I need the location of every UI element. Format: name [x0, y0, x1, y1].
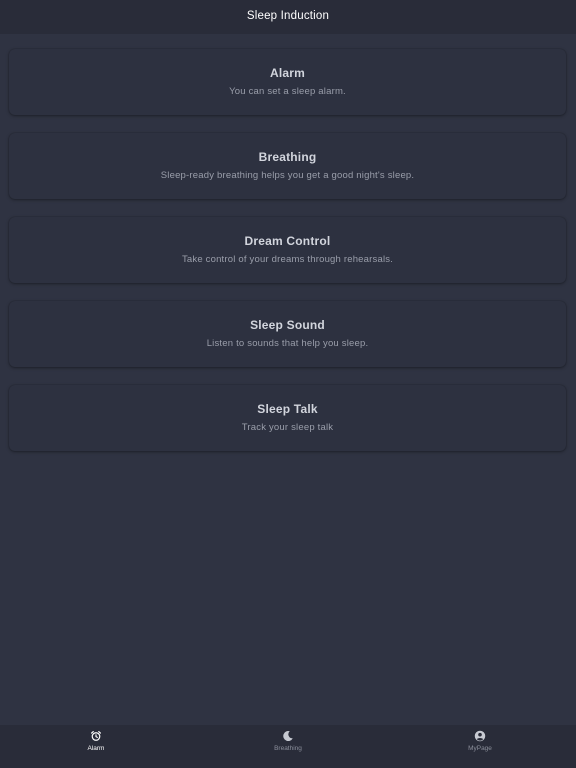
- card-sleep-sound[interactable]: Sleep Sound Listen to sounds that help y…: [9, 301, 566, 367]
- card-description: Sleep-ready breathing helps you get a go…: [160, 170, 415, 181]
- card-breathing[interactable]: Breathing Sleep-ready breathing helps yo…: [9, 133, 566, 199]
- tab-label: MyPage: [468, 745, 492, 752]
- tab-alarm[interactable]: Alarm: [0, 725, 192, 768]
- card-description: You can set a sleep alarm.: [229, 86, 346, 97]
- tab-label: Alarm: [87, 745, 105, 752]
- bottom-tab-bar: Alarm Breathing MyPage: [0, 725, 576, 768]
- top-bar: Sleep Induction: [0, 0, 576, 34]
- card-description: Track your sleep talk: [241, 422, 334, 433]
- tab-breathing[interactable]: Breathing: [192, 725, 384, 768]
- card-title: Dream Control: [244, 234, 331, 248]
- user-circle-icon: [474, 730, 486, 742]
- moon-icon: [283, 731, 293, 742]
- card-sleep-talk[interactable]: Sleep Talk Track your sleep talk: [9, 385, 566, 451]
- card-description: Take control of your dreams through rehe…: [181, 254, 394, 265]
- card-alarm[interactable]: Alarm You can set a sleep alarm.: [9, 49, 566, 115]
- tab-mypage[interactable]: MyPage: [384, 725, 576, 768]
- card-description: Listen to sounds that help you sleep.: [206, 338, 369, 349]
- card-title: Sleep Sound: [250, 318, 325, 332]
- card-dream-control[interactable]: Dream Control Take control of your dream…: [9, 217, 566, 283]
- card-title: Sleep Talk: [257, 402, 318, 416]
- page-title: Sleep Induction: [246, 9, 330, 22]
- card-title: Breathing: [258, 150, 317, 164]
- menu-list: Alarm You can set a sleep alarm. Breathi…: [9, 49, 566, 469]
- card-title: Alarm: [269, 66, 305, 80]
- alarm-clock-icon: [91, 731, 101, 741]
- tab-label: Breathing: [274, 745, 302, 752]
